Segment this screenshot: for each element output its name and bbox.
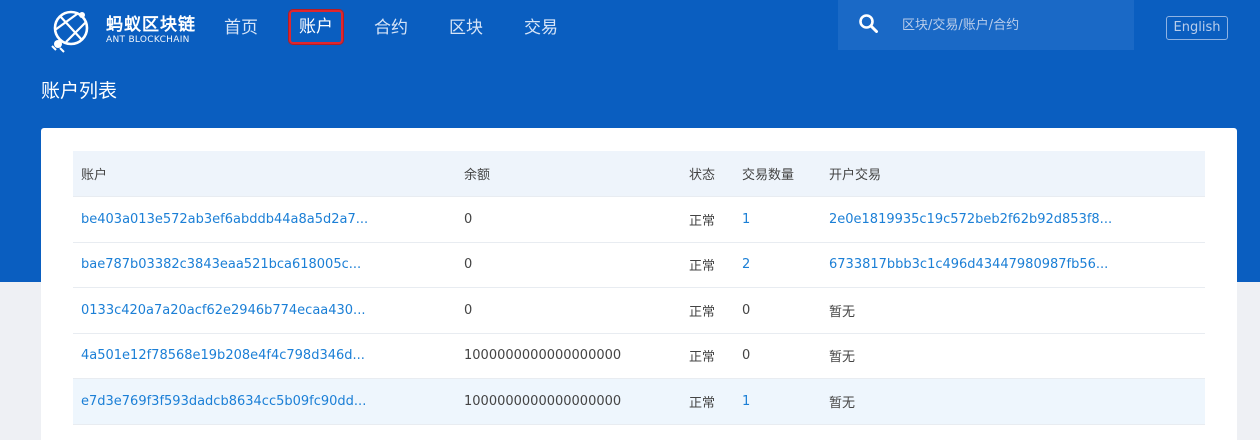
table-row: bae787b03382c3843eaa521bca618005c... 0 正… xyxy=(73,243,1205,288)
account-link[interactable]: bae787b03382c3843eaa521bca618005c... xyxy=(81,243,361,288)
accounts-table: 账户 余额 状态 交易数量 开户交易 be403a013e572ab3ef6ab… xyxy=(73,151,1205,425)
nav-contracts[interactable]: 合约 xyxy=(374,14,408,42)
status-value: 正常 xyxy=(689,304,716,320)
open-tx-value: 暂无 xyxy=(829,304,856,320)
status-value: 正常 xyxy=(689,259,716,275)
account-link[interactable]: 0133c420a7a20acf62e2946b774ecaa430... xyxy=(81,288,365,333)
search-icon[interactable] xyxy=(858,13,878,33)
language-button[interactable]: English xyxy=(1166,16,1228,40)
nav-accounts[interactable]: 账户 xyxy=(289,10,343,44)
nav-transactions[interactable]: 交易 xyxy=(524,14,558,42)
balance-value: 0 xyxy=(464,211,473,227)
table-row: be403a013e572ab3ef6abddb44a8a5d2a7... 0 … xyxy=(73,197,1205,243)
top-nav: 蚂蚁区块链 ANT BLOCKCHAIN 首页 账户 合约 区块 交易 Engl… xyxy=(0,0,1260,56)
tx-count-link[interactable]: 2 xyxy=(742,243,750,288)
account-link[interactable]: be403a013e572ab3ef6abddb44a8a5d2a7... xyxy=(81,197,368,242)
accounts-card: 账户 余额 状态 交易数量 开户交易 be403a013e572ab3ef6ab… xyxy=(41,128,1237,440)
balance-value: 0 xyxy=(464,257,473,273)
tx-count-link[interactable]: 1 xyxy=(742,197,750,242)
balance-value: 1000000000000000000 xyxy=(464,393,622,409)
brand-name-cn: 蚂蚁区块链 xyxy=(106,14,196,35)
brand-name-en: ANT BLOCKCHAIN xyxy=(106,34,190,45)
balance-value: 1000000000000000000 xyxy=(464,348,622,364)
col-tx-count: 交易数量 xyxy=(742,168,795,183)
account-link[interactable]: 4a501e12f78568e19b208e4f4c798d346d... xyxy=(81,334,365,379)
tx-count-value: 0 xyxy=(742,348,751,364)
tx-count-value: 0 xyxy=(742,302,751,318)
tx-count-link[interactable]: 1 xyxy=(742,379,750,424)
search-input[interactable] xyxy=(902,14,1122,36)
table-row: 4a501e12f78568e19b208e4f4c798d346d... 10… xyxy=(73,334,1205,379)
brand-text: 蚂蚁区块链 ANT BLOCKCHAIN xyxy=(106,15,196,46)
table-row: e7d3e769f3f593dadcb8634cc5b09fc90dd... 1… xyxy=(73,379,1205,425)
balance-value: 0 xyxy=(464,302,473,318)
table-row: 0133c420a7a20acf62e2946b774ecaa430... 0 … xyxy=(73,288,1205,334)
nav-blocks[interactable]: 区块 xyxy=(449,14,483,42)
ant-logo-icon xyxy=(51,10,89,53)
page-title: 账户列表 xyxy=(41,80,118,102)
status-value: 正常 xyxy=(689,213,716,229)
col-status: 状态 xyxy=(689,168,716,183)
col-account: 账户 xyxy=(81,168,108,183)
status-value: 正常 xyxy=(689,395,716,411)
col-balance: 余额 xyxy=(464,168,491,183)
nav-home[interactable]: 首页 xyxy=(224,14,258,42)
table-header: 账户 余额 状态 交易数量 开户交易 xyxy=(73,151,1205,197)
account-link[interactable]: e7d3e769f3f593dadcb8634cc5b09fc90dd... xyxy=(81,379,366,424)
open-tx-value: 暂无 xyxy=(829,395,856,411)
brand-logo[interactable]: 蚂蚁区块链 ANT BLOCKCHAIN xyxy=(46,6,206,54)
open-tx-link[interactable]: 6733817bbb3c1c496d43447980987fb56... xyxy=(829,243,1108,288)
status-value: 正常 xyxy=(689,350,716,366)
search-bar xyxy=(838,0,1134,50)
open-tx-link[interactable]: 2e0e1819935c19c572beb2f62b92d853f8... xyxy=(829,197,1112,242)
open-tx-value: 暂无 xyxy=(829,350,856,366)
col-open-tx: 开户交易 xyxy=(829,168,882,183)
